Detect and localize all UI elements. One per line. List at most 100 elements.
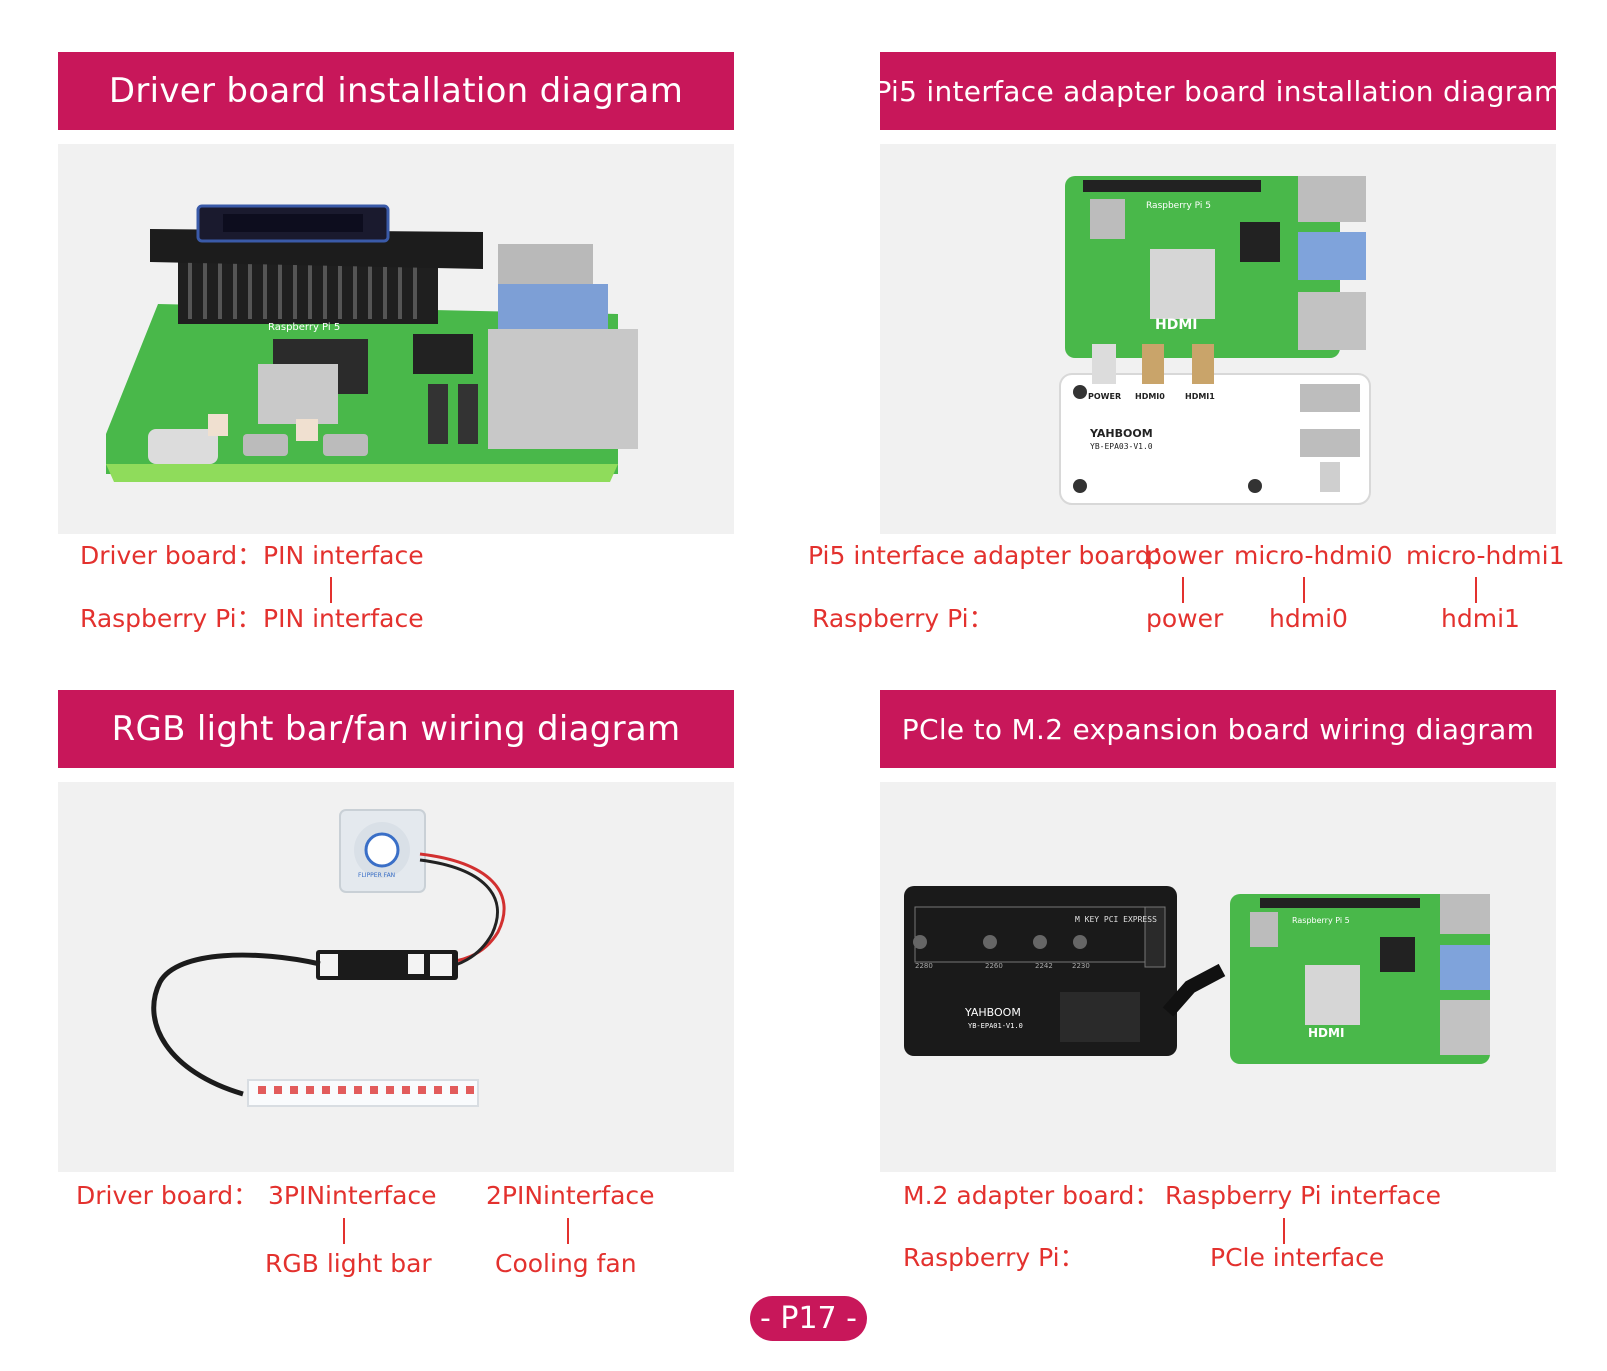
soc-chip (1305, 965, 1360, 1025)
hdmi1-plug (1192, 344, 1214, 384)
power-plug (1092, 344, 1116, 384)
header-connector (408, 954, 424, 974)
fan-label: FLIPPER FAN (358, 872, 395, 879)
ffc-connector (428, 384, 448, 444)
driver-label-left-2: Raspberry Pi： (80, 604, 262, 633)
adapter-label-left-1: Pi5 interface adapter board： (808, 541, 1176, 570)
adapter-label-hdmi1-2: hdmi1 (1441, 604, 1520, 633)
yahboom-logo: YAHBOOM (964, 1006, 1021, 1019)
adapter-label-power-2: power (1146, 604, 1224, 633)
board-silkscreen: Raspberry Pi 5 (1146, 201, 1211, 211)
adapter-label-hdmi0-2: hdmi0 (1269, 604, 1348, 633)
ethernet-port (488, 329, 638, 449)
driver-board-photo: Raspberry Pi 5 (58, 144, 734, 534)
m2-label-left-2: Raspberry Pi： (903, 1243, 1085, 1272)
board-silkscreen: Raspberry Pi 5 (268, 322, 340, 333)
micro-hdmi-0 (243, 434, 288, 456)
m2-label-pi-interface: Raspberry Pi interface (1165, 1181, 1442, 1210)
driver-board-banner: Driver board installation diagram (58, 52, 734, 130)
rp1-chip (1380, 937, 1415, 972)
adapter-label-hdmi1-1: micro-hdmi1 (1406, 541, 1565, 570)
connector-line (330, 577, 332, 603)
rgb-fan-photo: FLIPPER FAN (58, 782, 734, 1172)
mount-hole-2 (1073, 479, 1087, 493)
fan-2pin-connector (430, 954, 452, 976)
yahboom-logo: YAHBOOM (1089, 427, 1153, 440)
port-label-power: POWER (1088, 392, 1121, 401)
pcie-m2-banner: PCle to M.2 expansion board wiring diagr… (880, 690, 1556, 768)
port-label-hdmi1: HDMI1 (1185, 392, 1215, 401)
model-label: YB-EPA03-V1.0 (1090, 442, 1153, 451)
rgb-label-cooling-fan: Cooling fan (495, 1249, 637, 1278)
gpio-header (1083, 180, 1261, 192)
pi5-adapter-title: Pi5 interface adapter board installation… (874, 74, 1562, 108)
usb-c-port (148, 429, 218, 464)
pi5-adapter-banner: Pi5 interface adapter board installation… (874, 52, 1561, 130)
page-number-badge: - P17 - (750, 1296, 867, 1341)
ram-chip (258, 364, 338, 424)
page-number: - P17 - (760, 1301, 857, 1336)
mount-hole-3 (1248, 479, 1262, 493)
size-2242: 2242 (1035, 962, 1053, 970)
driver-label-pin-2: PIN interface (263, 604, 424, 633)
micro-hdmi-1 (323, 434, 368, 456)
rgb-label-light-bar: RGB light bar (265, 1249, 432, 1278)
connector-line (1303, 577, 1305, 603)
oled-screen (223, 214, 363, 232)
board-silkscreen: Raspberry Pi 5 (1292, 916, 1350, 925)
rgb-label-left-1: Driver board： (76, 1181, 259, 1210)
usb3-ports (1298, 232, 1366, 280)
soc-chip (1150, 249, 1215, 319)
power-out (1320, 462, 1340, 492)
m2-label-left-1: M.2 adapter board： (903, 1181, 1160, 1210)
rp1-chip (413, 334, 473, 374)
component-area (1060, 992, 1140, 1042)
adapter-label-hdmi0-1: micro-hdmi0 (1234, 541, 1393, 570)
usb2-ports (1440, 894, 1490, 934)
rgb-cable (151, 952, 321, 1097)
rp1-chip (1240, 222, 1280, 262)
rgb-3pin-connector (320, 954, 338, 976)
adapter-label-power-1: power (1146, 541, 1224, 570)
pcie-m2-photo: M KEY PCI EXPRESS 2280 2260 2242 2230 YA… (880, 782, 1556, 1172)
rgb-fan-banner: RGB light bar/fan wiring diagram (58, 690, 734, 768)
adapter-label-left-2: Raspberry Pi： (812, 604, 994, 633)
mount-hole-4 (1073, 935, 1087, 949)
connector-line (1475, 577, 1477, 603)
fan-header (296, 419, 318, 441)
mount-hole-3 (1033, 935, 1047, 949)
connector-line (343, 1218, 345, 1244)
connector-line (1182, 577, 1184, 603)
rgb-label-2pin: 2PINinterface (486, 1181, 655, 1210)
pcb-edge (106, 464, 618, 482)
pcie-connector (1090, 199, 1125, 239)
size-2230: 2230 (1072, 962, 1090, 970)
fan-hub (364, 832, 400, 868)
hdmi-silkscreen: HDMI (1155, 317, 1197, 333)
hdmi-out-2 (1300, 429, 1360, 457)
model-label: YB-EPA01-V1.0 (968, 1022, 1023, 1030)
usb3-ports (498, 284, 608, 329)
rgb-fan-title: RGB light bar/fan wiring diagram (111, 709, 681, 749)
ethernet-port (1440, 1000, 1490, 1055)
pcie-connector (1250, 912, 1278, 947)
hdmi-silkscreen: HDMI (1308, 1026, 1344, 1040)
port-label-hdmi0: HDMI0 (1135, 392, 1165, 401)
mount-hole (1073, 385, 1087, 399)
driver-board-title: Driver board installation diagram (108, 71, 684, 111)
usb2-ports (1298, 176, 1366, 222)
m2-label-pcie-interface: PCle interface (1210, 1243, 1385, 1272)
connector-line (567, 1218, 569, 1244)
mkey-label: M KEY PCI EXPRESS (1075, 915, 1157, 924)
hdmi0-plug (1142, 344, 1164, 384)
ethernet-port (1298, 292, 1366, 350)
rgb-label-3pin: 3PINinterface (268, 1181, 437, 1210)
gpio-header (1260, 898, 1420, 908)
mount-hole (913, 935, 927, 949)
pcie-m2-title: PCle to M.2 expansion board wiring diagr… (901, 712, 1535, 746)
ffc-connector-2 (458, 384, 478, 444)
pi5-adapter-photo: Raspberry Pi 5 HDMI POWER HDMI0 HDMI1 YA… (880, 144, 1556, 534)
power-header (208, 414, 228, 436)
hdmi-out-1 (1300, 384, 1360, 412)
driver-label-left-1: Driver board： (80, 541, 263, 570)
